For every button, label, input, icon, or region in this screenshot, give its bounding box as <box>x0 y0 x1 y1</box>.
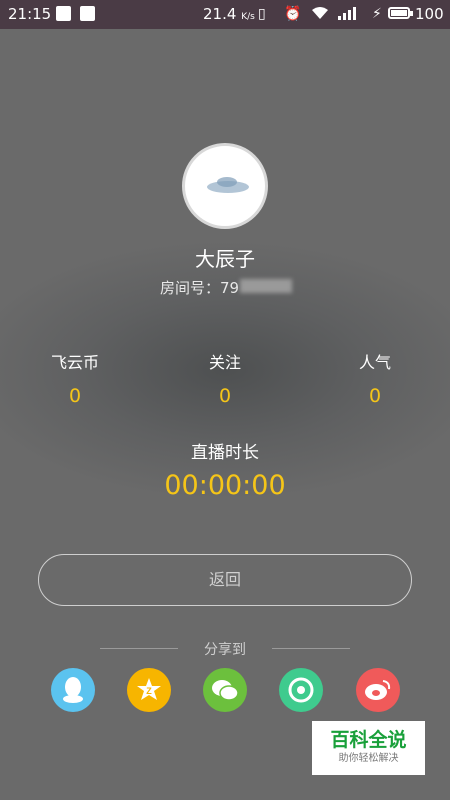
qzone-icon[interactable]: Z <box>127 668 171 712</box>
stat-label-coins: 飞云币 <box>50 353 99 372</box>
share-label: 分享到 <box>204 642 246 658</box>
vibrate-icon: ▯ <box>258 6 266 22</box>
room-number-redacted <box>240 279 292 293</box>
alarm-icon: ⏰ <box>284 6 302 22</box>
network-speed: 21.4 K/s <box>203 5 255 23</box>
battery-level: 100 <box>415 5 444 23</box>
streamer-name: 大辰子 <box>195 247 255 271</box>
stat-label-follow: 关注 <box>208 353 241 372</box>
watermark-title: 百科全说 <box>330 729 407 751</box>
share-divider-right <box>272 648 350 649</box>
avatar <box>182 143 268 229</box>
wifi-icon <box>311 6 329 24</box>
live-duration-value: 00:00:00 <box>164 470 286 501</box>
back-button[interactable]: 返回 <box>38 554 412 606</box>
network-speed-value: 21.4 <box>203 5 237 23</box>
status-time: 21:15 <box>8 5 52 23</box>
battery-icon <box>388 7 413 19</box>
signal-icon <box>338 6 362 24</box>
wechat-icon[interactable] <box>203 668 247 712</box>
room-number: 房间号：79 <box>160 279 240 297</box>
svg-text:Z: Z <box>146 686 152 696</box>
live-duration-label: 直播时长 <box>191 443 259 463</box>
watermark-subtitle: 助你轻松解决 <box>338 753 399 764</box>
stat-value-coins: 0 <box>68 385 82 407</box>
moments-icon[interactable] <box>279 668 323 712</box>
stat-label-popularity: 人气 <box>358 353 391 372</box>
qq-icon[interactable] <box>51 668 95 712</box>
image-notification-icon <box>56 6 71 21</box>
network-speed-unit: K/s <box>241 12 255 22</box>
app-notification-icon <box>80 6 95 21</box>
stat-value-popularity: 0 <box>368 385 382 407</box>
status-bar: 21:15 21.4 K/s ▯ ⏰ ⚡ 100 <box>0 0 450 29</box>
charging-icon: ⚡ <box>372 6 382 22</box>
stat-value-follow: 0 <box>218 385 232 407</box>
watermark-logo: 百科全说 助你轻松解决 <box>312 721 425 775</box>
weibo-icon[interactable] <box>356 668 400 712</box>
